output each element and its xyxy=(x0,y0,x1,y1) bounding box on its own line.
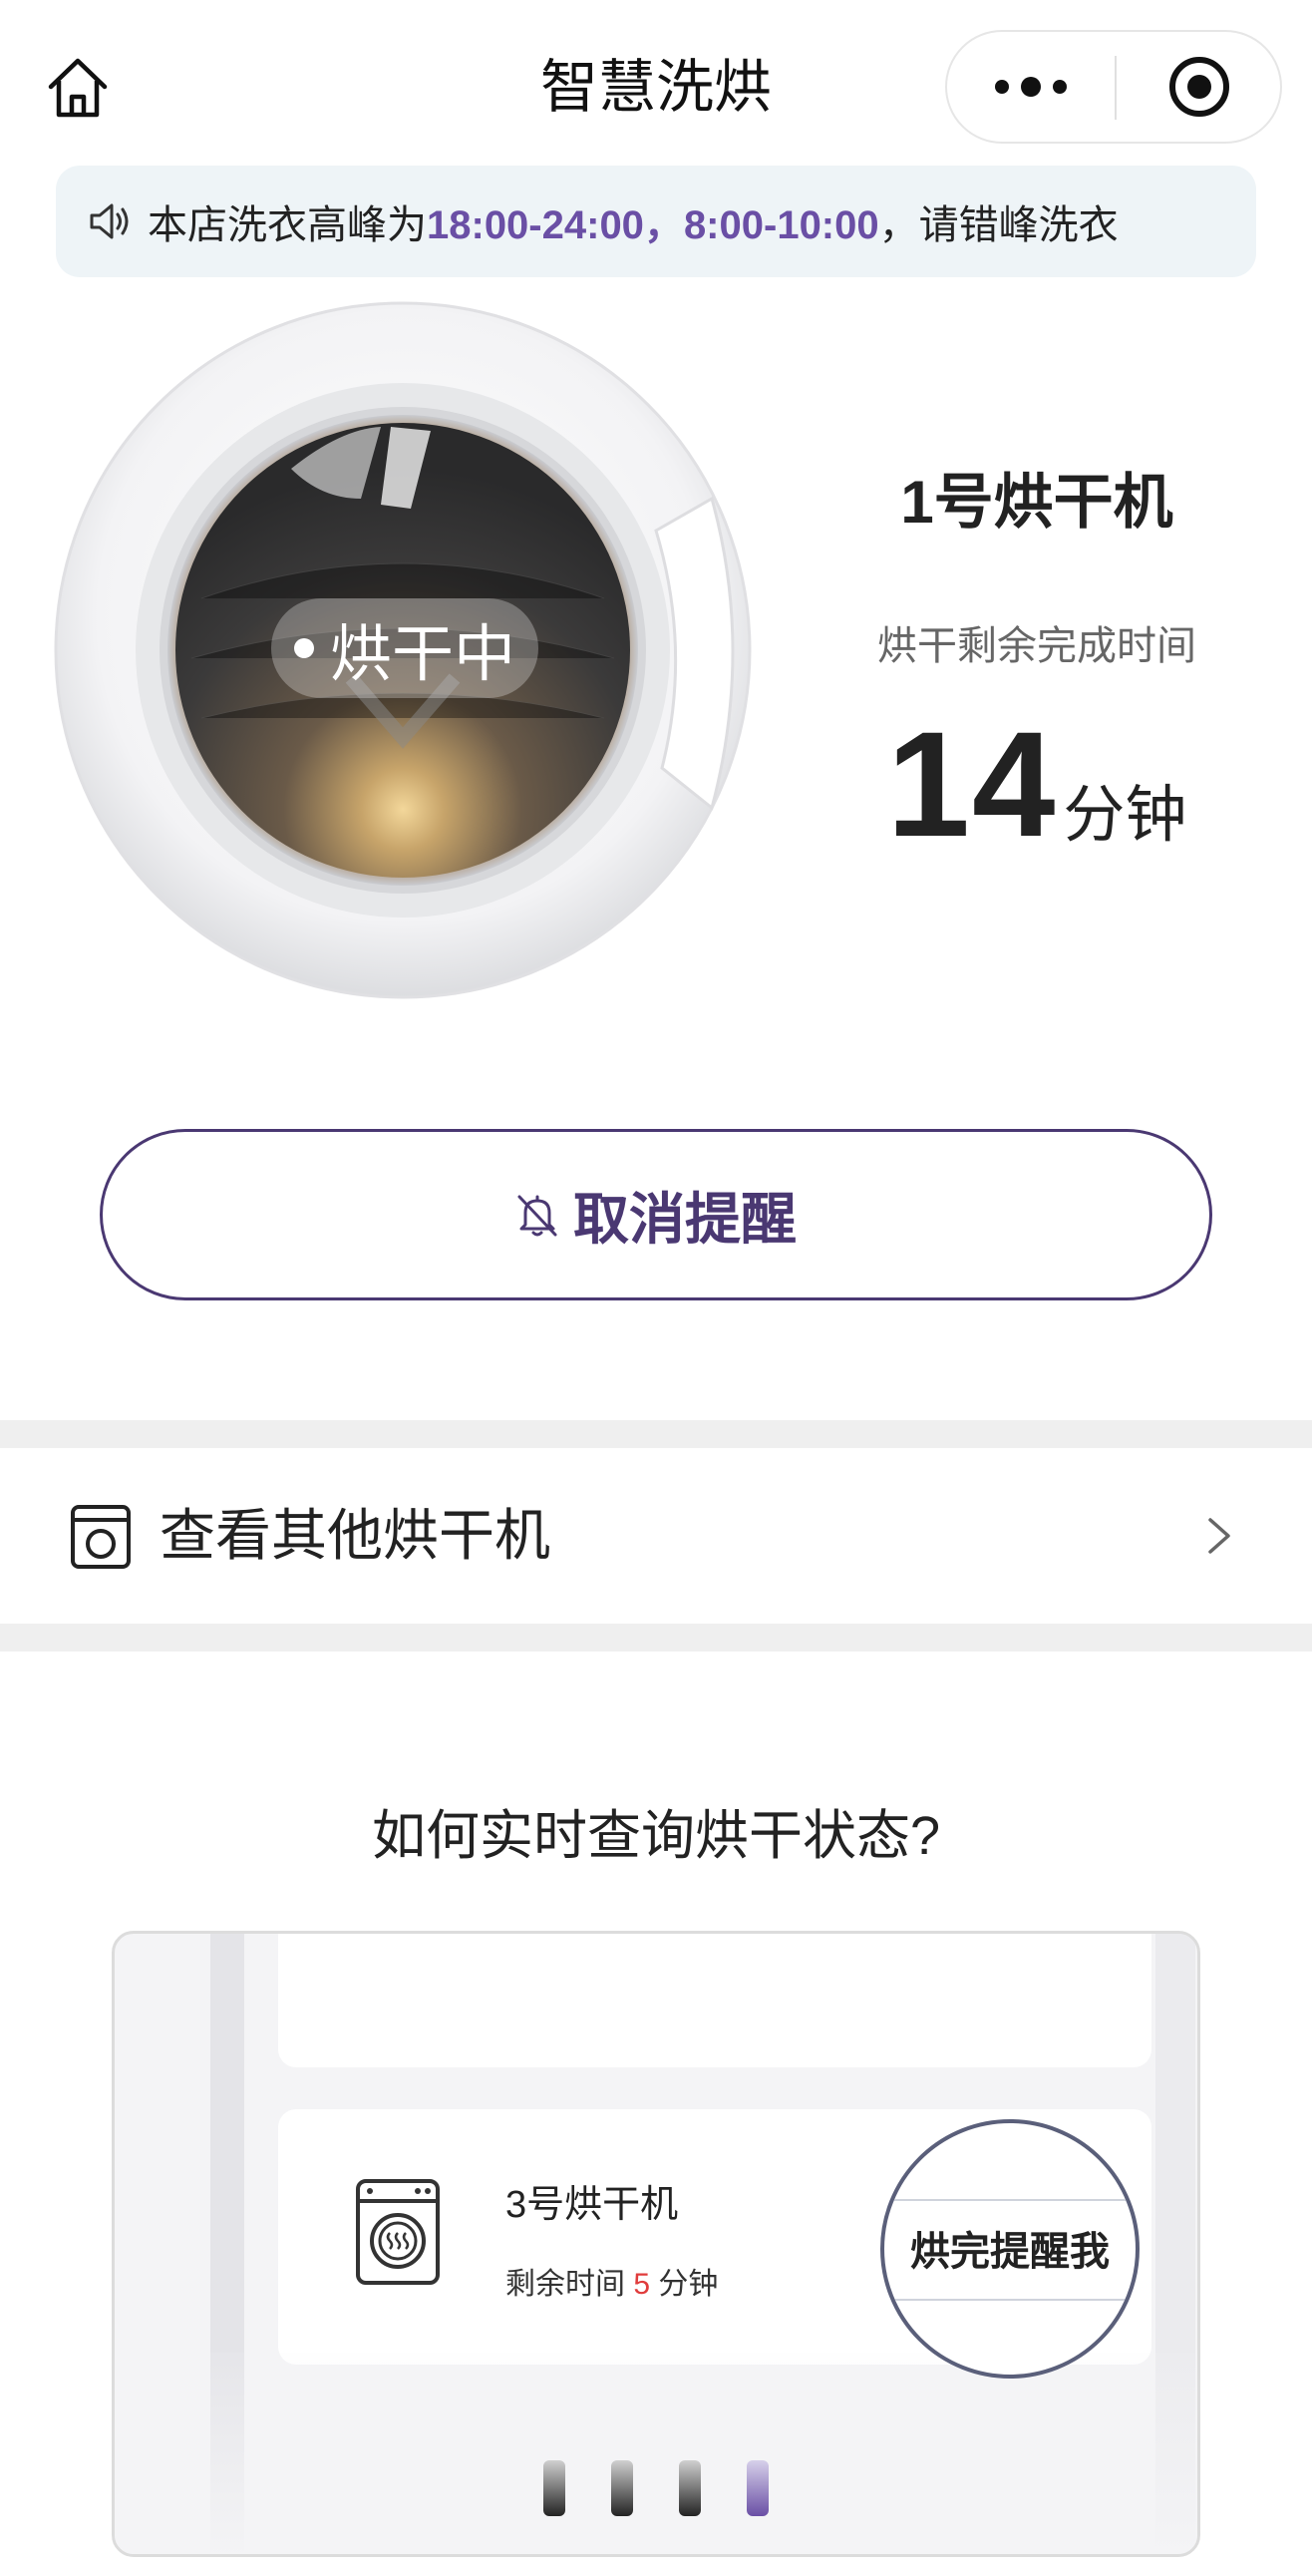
page-dot xyxy=(611,2460,633,2516)
cancel-reminder-button[interactable]: 取消提醒 xyxy=(100,1129,1212,1300)
demo-remain-time: 剩余时间 5 分钟 xyxy=(505,2268,719,2301)
howto-title: 如何实时查询烘干状态? xyxy=(371,1806,941,1866)
section-divider xyxy=(0,1420,1312,1448)
dryer-icon xyxy=(71,1505,131,1569)
miniprogram-capsule xyxy=(945,30,1282,144)
washer-icon xyxy=(356,2179,440,2285)
close-button[interactable] xyxy=(1117,32,1282,142)
remain-time-value: 14分钟 xyxy=(886,700,1187,868)
peak-notice: 本店洗衣高峰为18:00-24:00，8:00-10:00，请错峰洗衣 xyxy=(56,166,1256,277)
view-other-dryers-label: 查看其他烘干机 xyxy=(160,1504,550,1567)
demo-notify-button: 烘完提醒我 xyxy=(910,2230,1110,2274)
status-badge: 烘干中 xyxy=(271,598,538,698)
demo-magnifier: 烘完提醒我 xyxy=(880,2119,1140,2379)
remain-time-label: 烘干剩余完成时间 xyxy=(877,624,1196,668)
demo-machine-name: 3号烘干机 xyxy=(505,2184,679,2226)
view-other-dryers-row[interactable]: 查看其他烘干机 xyxy=(0,1448,1312,1624)
page-dot xyxy=(679,2460,701,2516)
cancel-reminder-label: 取消提醒 xyxy=(573,1187,797,1251)
page-dot-active xyxy=(747,2460,769,2516)
demo-card-top xyxy=(278,1934,1151,2067)
more-button[interactable] xyxy=(947,32,1115,142)
bell-off-icon xyxy=(517,1195,557,1237)
demo-page-indicator xyxy=(543,2460,769,2516)
howto-demo-image: 3号烘干机 剩余时间 5 分钟 烘完提醒我 xyxy=(112,1931,1200,2557)
nav-bar: 智慧洗烘 xyxy=(0,0,1312,165)
more-icon xyxy=(995,80,1009,94)
notice-text: 本店洗衣高峰为18:00-24:00，8:00-10:00，请错峰洗衣 xyxy=(148,203,1119,247)
status-dot xyxy=(293,638,314,658)
machine-name: 1号烘干机 xyxy=(900,469,1173,536)
page-dot xyxy=(543,2460,565,2516)
section-divider xyxy=(0,1624,1312,1652)
close-target-icon xyxy=(1169,57,1229,117)
speaker-icon xyxy=(90,203,129,239)
chevron-right-icon xyxy=(1208,1518,1230,1554)
